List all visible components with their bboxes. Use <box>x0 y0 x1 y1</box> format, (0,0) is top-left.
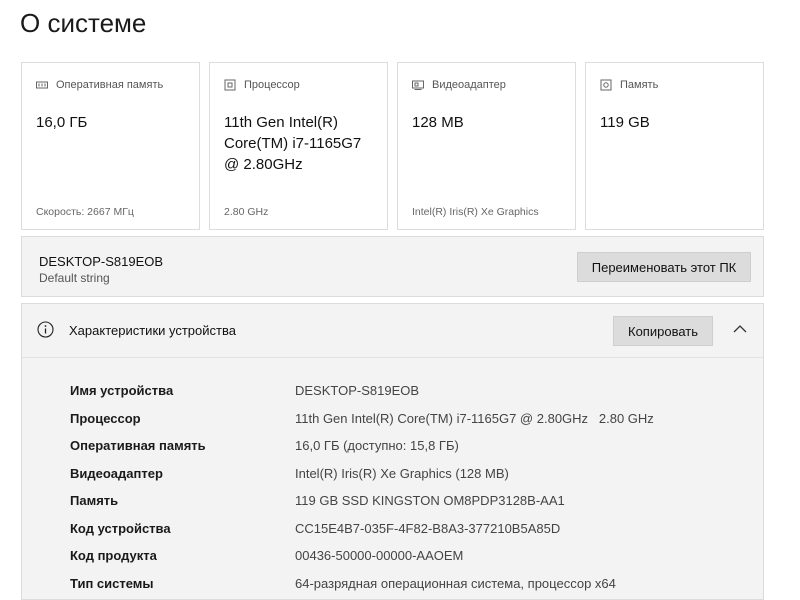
device-specs-list: Имя устройства DESKTOP-S819EOB Процессор… <box>70 377 654 597</box>
spec-row: Код устройства CC15E4B7-035F-4F82-B8A3-3… <box>70 515 654 543</box>
card-label: Процессор <box>244 79 300 91</box>
spec-row: Имя устройства DESKTOP-S819EOB <box>70 377 654 405</box>
info-icon <box>37 321 54 338</box>
spec-key: Код устройства <box>70 520 171 536</box>
storage-icon <box>600 79 612 91</box>
spec-key: Оперативная память <box>70 438 206 454</box>
card-memory: Оперативная память 16,0 ГБ Скорость: 266… <box>21 62 200 230</box>
card-subtext: 2.80 GHz <box>224 206 269 218</box>
spec-value: 119 GB SSD KINGSTON OM8PDP3128B-AA1 <box>295 493 565 509</box>
spec-value: 11th Gen Intel(R) Core(TM) i7-1165G7 @ 2… <box>295 410 654 426</box>
card-label: Оперативная память <box>56 79 164 91</box>
card-value: 128 MB <box>412 114 464 131</box>
card-value: 11th Gen Intel(R) Core(TM) i7-1165G7 @ 2… <box>224 114 362 173</box>
chevron-up-icon[interactable] <box>732 323 748 335</box>
spec-value: 16,0 ГБ (доступно: 15,8 ГБ) <box>295 438 459 454</box>
spec-key: Процессор <box>70 410 141 426</box>
spec-value: DESKTOP-S819EOB <box>295 383 420 399</box>
device-name-panel: DESKTOP-S819EOB Default string Переимено… <box>21 236 764 297</box>
card-processor: Процессор 11th Gen Intel(R) Core(TM) i7-… <box>209 62 388 230</box>
processor-icon <box>224 79 236 91</box>
card-subtext: Скорость: 2667 МГц <box>36 206 134 218</box>
spec-row: Память 119 GB SSD KINGSTON OM8PDP3128B-A… <box>70 487 654 515</box>
page-title: О системе <box>20 8 147 38</box>
rename-pc-button[interactable]: Переименовать этот ПК <box>577 252 751 282</box>
card-value: 16,0 ГБ <box>36 114 88 131</box>
about-page: О системе Оперативная память 16,0 ГБ Ско… <box>0 0 800 600</box>
spec-row: Процессор 11th Gen Intel(R) Core(TM) i7-… <box>70 405 654 433</box>
copy-button[interactable]: Копировать <box>613 316 713 346</box>
card-value: 119 GB <box>600 114 650 131</box>
summary-cards: Оперативная память 16,0 ГБ Скорость: 266… <box>21 62 764 230</box>
spec-key: Видеоадаптер <box>70 465 163 481</box>
card-label: Видеоадаптер <box>432 79 506 91</box>
spec-key: Память <box>70 493 119 509</box>
spec-row: Код продукта 00436-50000-00000-AAOEM <box>70 542 654 570</box>
spec-row: Оперативная память 16,0 ГБ (доступно: 15… <box>70 432 654 460</box>
card-label: Память <box>620 79 659 91</box>
device-name: DESKTOP-S819EOB <box>39 254 164 269</box>
display-adapter-icon <box>412 80 424 90</box>
spec-key: Тип системы <box>70 575 154 591</box>
device-specs-title: Характеристики устройства <box>69 323 236 338</box>
spec-value: 64-разрядная операционная система, проце… <box>295 575 616 591</box>
memory-icon <box>36 81 48 89</box>
device-subtitle: Default string <box>39 271 110 285</box>
card-display-adapter: Видеоадаптер 128 MB Intel(R) Iris(R) Xe … <box>397 62 576 230</box>
spec-key: Код продукта <box>70 548 157 564</box>
spec-key: Имя устройства <box>70 383 174 399</box>
spec-row: Видеоадаптер Intel(R) Iris(R) Xe Graphic… <box>70 460 654 488</box>
spec-row: Тип системы 64-разрядная операционная си… <box>70 570 654 598</box>
card-storage: Память 119 GB <box>585 62 764 230</box>
card-subtext: Intel(R) Iris(R) Xe Graphics <box>412 206 539 218</box>
device-specs-header[interactable]: Характеристики устройства Копировать <box>22 304 763 358</box>
spec-value: 00436-50000-00000-AAOEM <box>295 548 464 564</box>
device-specs-panel: Характеристики устройства Копировать Имя… <box>21 303 764 600</box>
spec-value: CC15E4B7-035F-4F82-B8A3-377210B5A85D <box>295 520 561 536</box>
spec-value: Intel(R) Iris(R) Xe Graphics (128 MB) <box>295 465 509 481</box>
